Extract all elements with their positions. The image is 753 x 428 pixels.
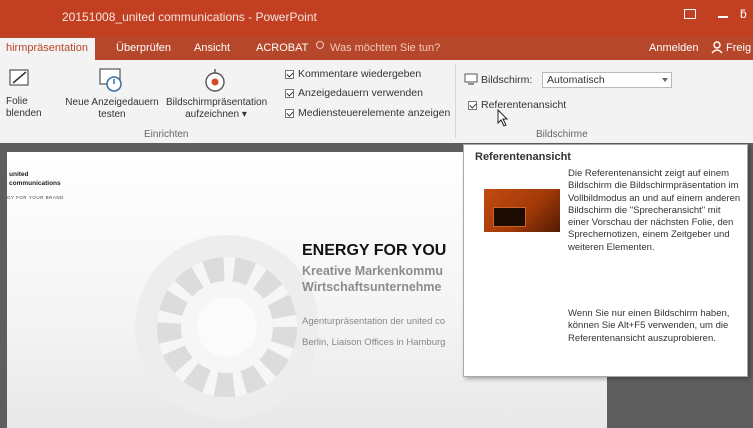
record-slideshow-label-2: aufzeichnen ▾ <box>185 109 247 120</box>
logo-tagline: GY FOR YOUR BRAND <box>7 195 64 200</box>
chevron-down-icon[interactable] <box>662 78 668 82</box>
monitor-icon <box>464 73 478 85</box>
tooltip-hint: Wenn Sie nur einen Bildschirm haben, kön… <box>568 308 730 344</box>
group-separator <box>455 64 456 138</box>
rehearse-timings-button[interactable]: Neue Anzeigedauern testen <box>62 97 162 121</box>
logo-text-united: united <box>9 171 29 178</box>
tab-ueberpruefen[interactable]: Überprüfen <box>116 42 171 54</box>
sign-in-link[interactable]: Anmelden <box>649 42 699 54</box>
checkbox-anzeigedauern-label: Anzeigedauern verwenden <box>298 87 423 99</box>
slide-subhead-2: Wirtschaftsunternehme <box>302 280 442 294</box>
share-button[interactable]: Freig <box>726 42 751 54</box>
hide-slide-label-1: Folie <box>6 96 28 107</box>
checkbox-kommentare-label: Kommentare wiedergeben <box>298 68 422 80</box>
group-label-bildschirme: Bildschirme <box>536 129 588 140</box>
checkbox-referentenansicht-label: Referentenansicht <box>481 99 567 111</box>
checkbox-mediensteuerelemente-label: Mediensteuerelemente anzeigen <box>298 107 451 119</box>
rehearse-timings-icon <box>99 68 122 92</box>
group-label-einrichten: Einrichten <box>144 129 189 140</box>
lightbulb-icon <box>316 41 324 49</box>
tab-bildschirmpraesentation[interactable]: hirmpräsentation <box>0 38 95 60</box>
slide-subhead-1: Kreative Markenkommu <box>302 264 444 278</box>
person-icon <box>711 41 723 54</box>
hide-slide-icon <box>9 69 29 86</box>
slide-headline: ENERGY FOR YOU <box>302 242 447 259</box>
logo-text-communications: communications <box>9 180 61 187</box>
record-slideshow-button[interactable]: Bildschirmpräsentation aufzeichnen ▾ <box>166 97 268 121</box>
checkbox-anzeigedauern[interactable] <box>285 89 294 98</box>
tooltip-preview-inner <box>493 207 526 227</box>
tell-me-search[interactable]: Was möchten Sie tun? <box>330 42 440 54</box>
mouse-cursor-icon <box>497 109 509 127</box>
rehearse-timings-label-1: Neue Anzeigedauern <box>65 97 159 108</box>
hide-slide-button[interactable]: Folie blenden <box>6 96 42 120</box>
tooltip-title: Referentenansicht <box>475 151 571 163</box>
hide-slide-label-2: blenden <box>6 108 42 119</box>
tab-acrobat[interactable]: ACROBAT <box>256 42 308 54</box>
restore-icon[interactable] <box>684 9 696 19</box>
window-title: 20151008_united communications - PowerPo… <box>62 10 317 24</box>
tooltip-description: Die Referentenansicht zeigt auf einem Bi… <box>568 168 741 253</box>
rehearse-timings-label-2: testen <box>98 109 126 120</box>
window-extra-glyph[interactable]: ƃ <box>740 7 747 21</box>
bildschirm-dropdown[interactable]: Automatisch <box>542 72 672 88</box>
bildschirm-label: Bildschirm: <box>481 74 533 86</box>
record-slideshow-label-1: Bildschirmpräsentation <box>166 97 268 108</box>
tab-ansicht[interactable]: Ansicht <box>194 42 230 54</box>
checkbox-mediensteuerelemente[interactable] <box>285 109 294 118</box>
checkbox-referentenansicht[interactable] <box>468 101 477 110</box>
record-slideshow-icon <box>205 69 225 92</box>
checkbox-kommentare[interactable] <box>285 70 294 79</box>
slide-berlin-text: Berlin, Liaison Offices in Hamburg <box>302 337 446 348</box>
minimize-icon[interactable] <box>718 16 728 18</box>
slide-agentur-text: Agenturpräsentation der united co <box>302 316 446 327</box>
gear-graphic <box>135 235 319 419</box>
